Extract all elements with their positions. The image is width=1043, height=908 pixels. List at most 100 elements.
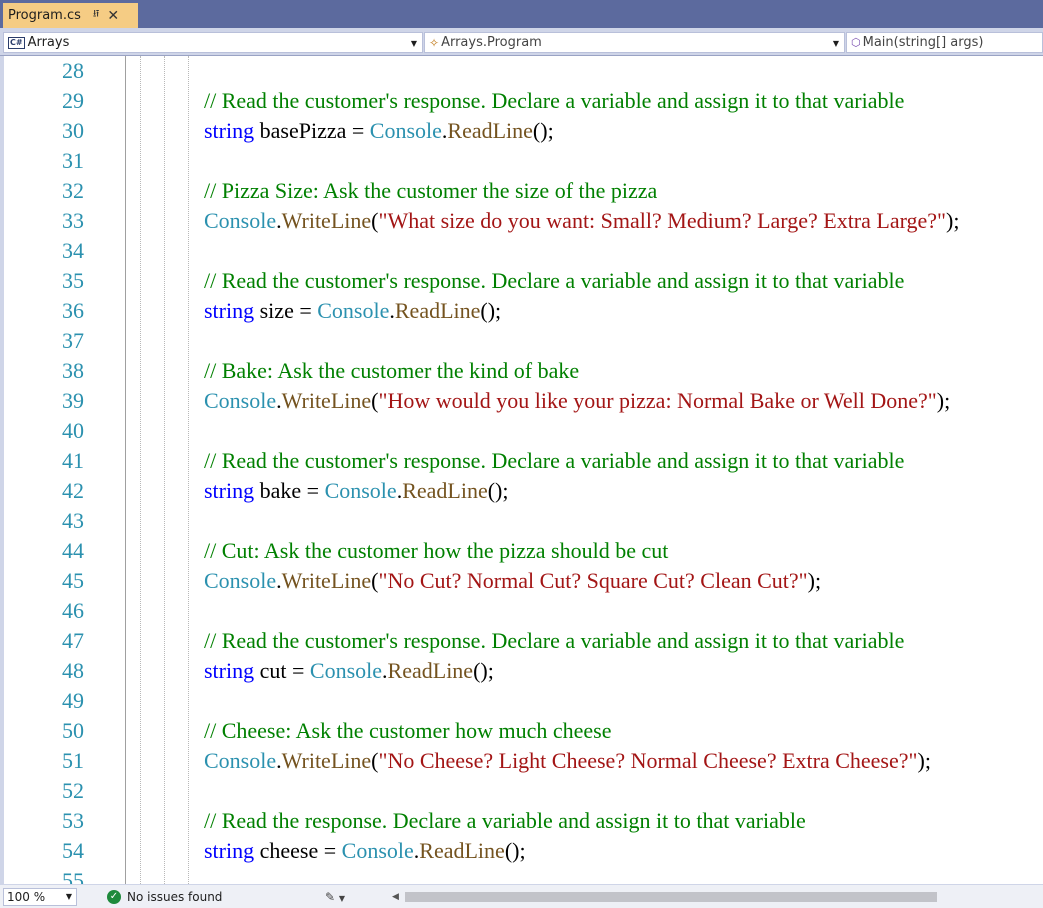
member-dropdown-value: Main(string[] args)	[862, 35, 984, 50]
line-number: 31	[62, 148, 84, 173]
horizontal-scrollbar[interactable]	[405, 892, 937, 902]
project-dropdown[interactable]: C# Arrays ▼	[3, 32, 423, 53]
code-text[interactable]: Console.WriteLine("What size do you want…	[204, 206, 960, 236]
code-cleanup-button[interactable]: ✎ ▼	[325, 888, 345, 908]
code-text[interactable]: // Read the customer's response. Declare…	[204, 626, 904, 656]
close-icon[interactable]: ✕	[107, 8, 119, 24]
chevron-down-icon: ▼	[410, 39, 417, 48]
code-token: Console	[204, 208, 277, 233]
code-text[interactable]: // Read the customer's response. Declare…	[204, 446, 904, 476]
line-number: 48	[62, 658, 84, 683]
code-token: ();	[504, 838, 526, 863]
code-text[interactable]: // Read the response. Declare a variable…	[204, 806, 806, 836]
line-number: 54	[62, 838, 84, 863]
code-token: WriteLine	[281, 388, 372, 413]
code-line[interactable]: 42 string bake = Console.ReadLine();	[4, 476, 1043, 506]
code-line[interactable]: 55	[4, 866, 1043, 884]
code-line[interactable]: 39 Console.WriteLine("How would you like …	[4, 386, 1043, 416]
document-tab-strip: Program.cs ⭿ ✕	[0, 0, 1043, 28]
code-line[interactable]: 37	[4, 326, 1043, 356]
code-token: cheese =	[254, 838, 342, 863]
brush-icon: ✎	[325, 890, 336, 904]
code-text[interactable]: string bake = Console.ReadLine();	[204, 476, 508, 506]
code-text[interactable]: // Read the customer's response. Declare…	[204, 266, 904, 296]
pin-icon[interactable]: ⭿	[93, 7, 99, 24]
code-text[interactable]: // Pizza Size: Ask the customer the size…	[204, 176, 657, 206]
code-text[interactable]: string basePizza = Console.ReadLine();	[204, 116, 554, 146]
code-line[interactable]: 54 string cheese = Console.ReadLine();	[4, 836, 1043, 866]
class-dropdown[interactable]: ✧ Arrays.Program ▼	[424, 32, 845, 53]
code-text[interactable]: Console.WriteLine("No Cut? Normal Cut? S…	[204, 566, 821, 596]
code-token: "How would you like your pizza: Normal B…	[378, 388, 937, 413]
code-text[interactable]: string size = Console.ReadLine();	[204, 296, 501, 326]
code-token: Console	[204, 748, 277, 773]
code-token: );	[917, 748, 931, 773]
line-number: 34	[62, 238, 84, 263]
code-line[interactable]: 53 // Read the response. Declare a variab…	[4, 806, 1043, 836]
code-token: ();	[532, 118, 554, 143]
code-line[interactable]: 52	[4, 776, 1043, 806]
code-token: size =	[254, 298, 318, 323]
code-line[interactable]: 51 Console.WriteLine("No Cheese? Light Ch…	[4, 746, 1043, 776]
line-number: 47	[62, 628, 84, 653]
code-token: // Read the customer's response. Declare…	[204, 628, 905, 653]
code-line[interactable]: 38 // Bake: Ask the customer the kind of …	[4, 356, 1043, 386]
code-line[interactable]: 41 // Read the customer's response. Decla…	[4, 446, 1043, 476]
code-token: "No Cheese? Light Cheese? Normal Cheese?…	[378, 748, 918, 773]
code-line[interactable]: 32 // Pizza Size: Ask the customer the si…	[4, 176, 1043, 206]
code-text[interactable]: // Cut: Ask the customer how the pizza s…	[204, 536, 668, 566]
code-token: basePizza =	[254, 118, 370, 143]
code-line[interactable]: 43	[4, 506, 1043, 536]
code-token: string	[204, 298, 255, 323]
check-circle-icon: ✓	[107, 890, 121, 904]
code-line[interactable]: 44 // Cut: Ask the customer how the pizza…	[4, 536, 1043, 566]
scroll-left-arrow-icon[interactable]: ◀	[392, 888, 399, 906]
zoom-dropdown[interactable]: 100 % ▼	[3, 888, 77, 906]
code-line[interactable]: 50 // Cheese: Ask the customer how much c…	[4, 716, 1043, 746]
code-line[interactable]: 48 string cut = Console.ReadLine();	[4, 656, 1043, 686]
code-area[interactable]: 28 29 // Read the customer's response. Dec…	[4, 56, 1043, 884]
member-dropdown[interactable]: ⬡ Main(string[] args)	[846, 32, 1043, 53]
tab-program-cs[interactable]: Program.cs ⭿ ✕	[3, 3, 138, 28]
class-dropdown-value: Arrays.Program	[441, 35, 542, 50]
line-number: 43	[62, 508, 84, 533]
code-text[interactable]: // Read the customer's response. Declare…	[204, 86, 904, 116]
code-line[interactable]: 29 // Read the customer's response. Decla…	[4, 86, 1043, 116]
code-token: // Read the customer's response. Declare…	[204, 448, 905, 473]
code-text[interactable]: // Bake: Ask the customer the kind of ba…	[204, 356, 579, 386]
code-line[interactable]: 46	[4, 596, 1043, 626]
line-number: 30	[62, 118, 84, 143]
line-number: 29	[62, 88, 84, 113]
code-line[interactable]: 40	[4, 416, 1043, 446]
code-line[interactable]: 45 Console.WriteLine("No Cut? Normal Cut?…	[4, 566, 1043, 596]
code-token: );	[807, 568, 822, 593]
code-text[interactable]: string cut = Console.ReadLine();	[204, 656, 494, 686]
line-number: 52	[62, 778, 84, 803]
code-token: ReadLine	[447, 118, 533, 143]
code-editor[interactable]: 28 29 // Read the customer's response. Dec…	[0, 56, 1043, 884]
line-number: 36	[62, 298, 84, 323]
code-line[interactable]: 34	[4, 236, 1043, 266]
code-token: ReadLine	[387, 658, 474, 683]
code-line[interactable]: 33 Console.WriteLine("What size do you wa…	[4, 206, 1043, 236]
code-token: Console	[324, 478, 397, 503]
line-number: 40	[62, 418, 84, 443]
code-line[interactable]: 47 // Read the customer's response. Decla…	[4, 626, 1043, 656]
line-number: 49	[62, 688, 84, 713]
code-line[interactable]: 49	[4, 686, 1043, 716]
code-token: Console	[204, 568, 277, 593]
code-line[interactable]: 35 // Read the customer's response. Decla…	[4, 266, 1043, 296]
code-line[interactable]: 28	[4, 56, 1043, 86]
zoom-value: 100 %	[7, 890, 46, 904]
code-token: ();	[473, 658, 494, 683]
code-text[interactable]: Console.WriteLine("How would you like yo…	[204, 386, 950, 416]
line-number: 51	[62, 748, 84, 773]
issues-indicator[interactable]: ✓ No issues found	[107, 888, 222, 906]
code-token: cut =	[254, 658, 310, 683]
code-line[interactable]: 31	[4, 146, 1043, 176]
code-text[interactable]: // Cheese: Ask the customer how much che…	[204, 716, 612, 746]
code-text[interactable]: Console.WriteLine("No Cheese? Light Chee…	[204, 746, 931, 776]
code-line[interactable]: 30 string basePizza = Console.ReadLine();	[4, 116, 1043, 146]
code-line[interactable]: 36 string size = Console.ReadLine();	[4, 296, 1043, 326]
code-text[interactable]: string cheese = Console.ReadLine();	[204, 836, 526, 866]
